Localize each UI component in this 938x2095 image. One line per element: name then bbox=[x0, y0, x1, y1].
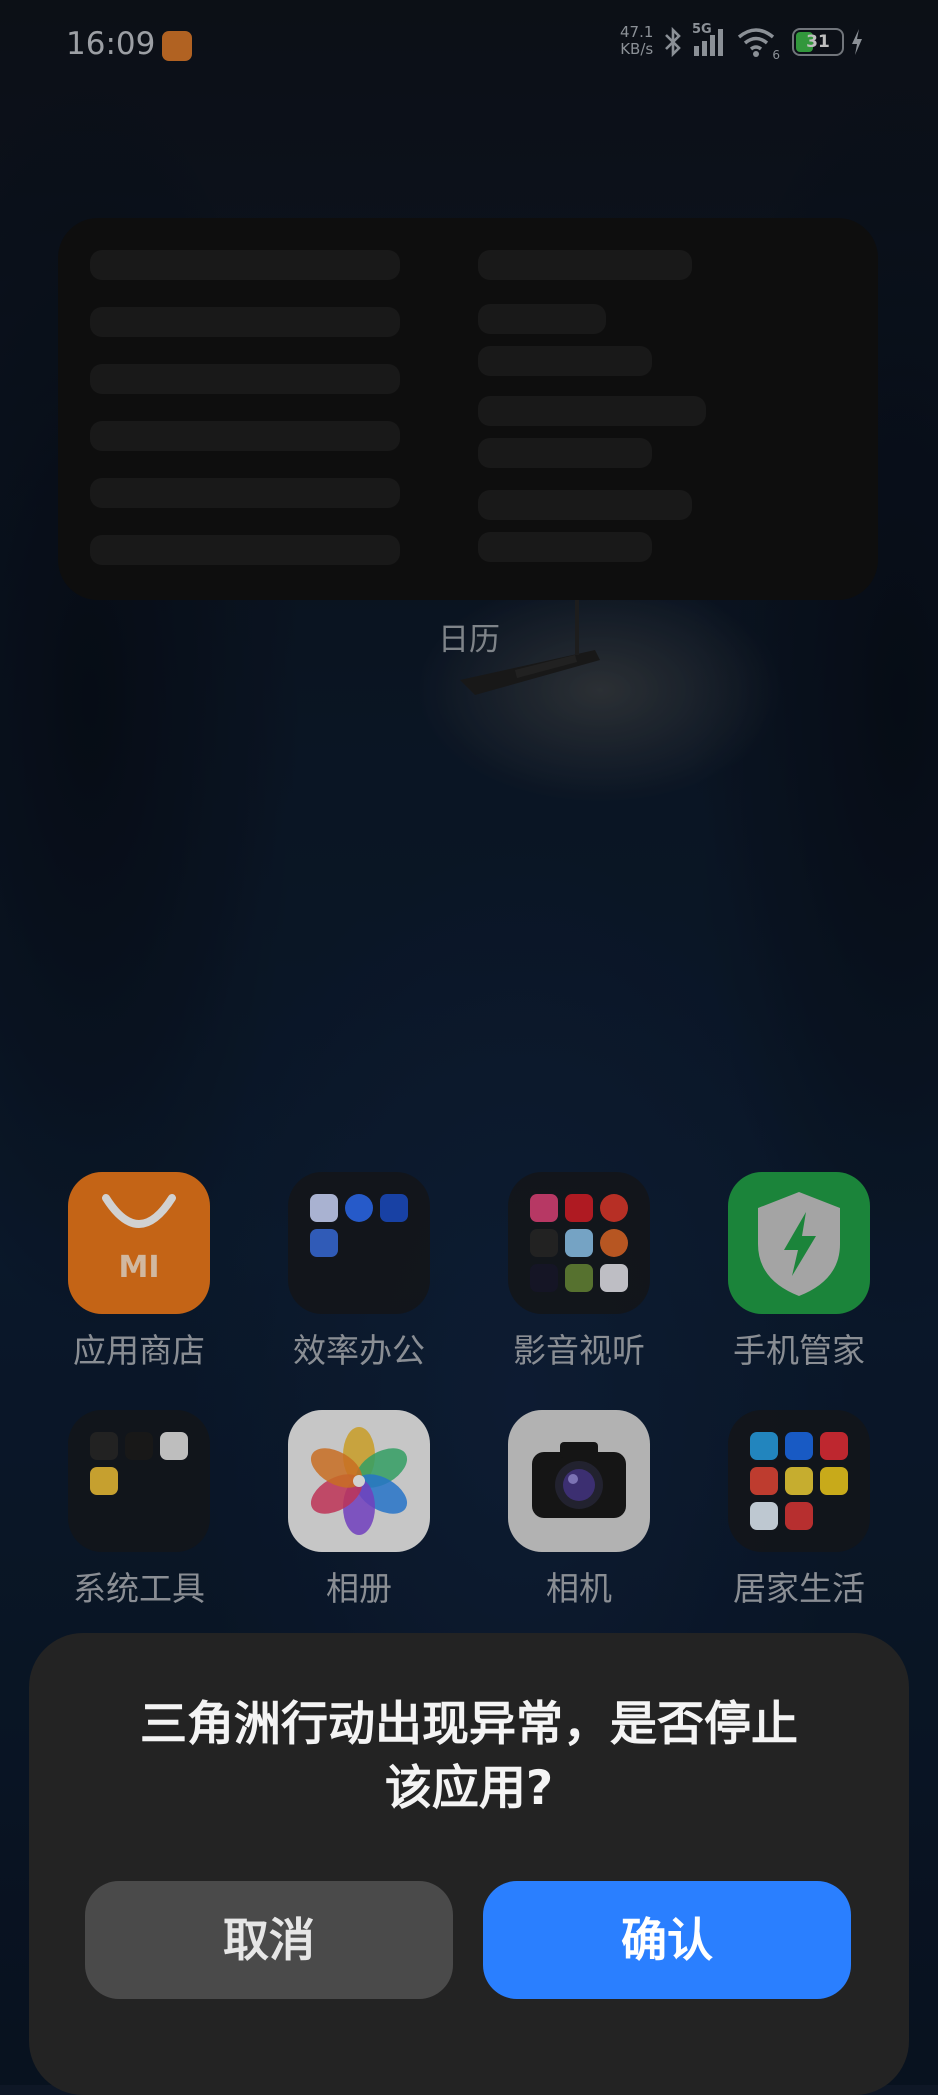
dialog-title-line2: 该应用? bbox=[384, 1761, 554, 1816]
dialog-title-line1: 三角洲行动出现异常，是否停止 bbox=[140, 1697, 798, 1752]
dialog-title: 三角洲行动出现异常，是否停止 该应用? bbox=[89, 1693, 849, 1821]
app-not-responding-dialog: 三角洲行动出现异常，是否停止 该应用? 取消 确认 bbox=[29, 1633, 909, 2095]
cancel-button[interactable]: 取消 bbox=[85, 1881, 453, 1999]
confirm-button[interactable]: 确认 bbox=[483, 1881, 851, 1999]
